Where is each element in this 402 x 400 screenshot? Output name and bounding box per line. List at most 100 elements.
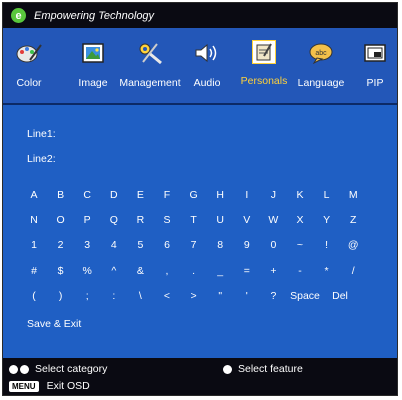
keyboard-key[interactable]: 6 [154,239,180,251]
keyboard-key[interactable]: @ [340,239,366,251]
keyboard-key[interactable]: < [154,290,180,302]
keyboard-key[interactable]: $ [48,265,74,277]
keyboard-key[interactable]: B [48,189,74,201]
help-text: Exit OSD [46,380,90,392]
help-select-feature: Select feature [223,363,303,375]
keyboard-key[interactable]: D [101,189,127,201]
right-arrow-icon [20,364,29,374]
keyboard-key[interactable]: P [74,214,100,226]
keyboard-key[interactable]: & [127,265,153,277]
save-exit-button[interactable]: Save & Exit [27,318,81,330]
keyboard-key[interactable]: Space [285,290,325,302]
brand-tagline: Empowering Technology [34,9,155,22]
keyboard-key[interactable]: ! [314,239,340,251]
keyboard-key[interactable]: ^ [101,265,127,277]
keyboard-key[interactable]: 1 [21,239,47,251]
keyboard-row: NOPQRSTUVWXYZ [21,214,361,230]
category-audio[interactable]: Audio [187,28,227,103]
keyboard-key[interactable]: = [234,265,260,277]
keyboard-key[interactable]: E [127,189,153,201]
keyboard-key[interactable]: 3 [74,239,100,251]
category-label: Language [297,77,345,89]
keyboard-key[interactable]: O [48,214,74,226]
keyboard-key[interactable]: 9 [234,239,260,251]
category-label: Management [119,77,181,89]
image-icon [80,40,106,66]
keyboard-key[interactable]: 0 [260,239,286,251]
tools-icon [137,40,163,66]
keyboard-key[interactable]: J [260,189,286,201]
keyboard-key[interactable]: " [207,290,233,302]
category-management[interactable]: Management [115,28,185,103]
keyboard-key[interactable]: # [21,265,47,277]
keyboard-key[interactable]: C [74,189,100,201]
category-label: Audio [193,77,221,89]
keyboard-key[interactable]: ( [21,290,47,302]
keyboard-key[interactable]: - [287,265,313,277]
keyboard-key[interactable]: 2 [48,239,74,251]
line2-field[interactable]: Line2: [27,153,56,165]
keyboard-key[interactable]: V [234,214,260,226]
note-pad-icon [252,40,276,64]
help-text: Select feature [238,363,303,375]
keyboard-key[interactable]: ? [260,290,286,302]
keyboard-key[interactable]: M [340,189,366,201]
help-exit-osd: MENU Exit OSD [9,380,90,392]
keyboard-key[interactable]: Q [101,214,127,226]
keyboard-key[interactable]: 5 [127,239,153,251]
keyboard-key[interactable]: K [287,189,313,201]
category-personals[interactable]: Personals [236,28,292,103]
category-pip[interactable]: PIP [357,28,393,103]
keyboard-key[interactable]: R [127,214,153,226]
keyboard-key[interactable]: Z [340,214,366,226]
keyboard-key[interactable]: \ [127,290,153,302]
keyboard-key[interactable]: H [207,189,233,201]
keyboard-key[interactable]: U [207,214,233,226]
title-bar: e Empowering Technology [3,3,397,28]
keyboard-key[interactable]: * [314,265,340,277]
keyboard-row: 1 2 3 4 5 6 7 8 9 0 ~! @ [21,239,361,255]
keyboard-key[interactable]: L [314,189,340,201]
help-footer: Select category Select feature MENU Exit… [3,358,397,395]
keyboard-key[interactable]: / [340,265,366,277]
keyboard-key[interactable]: 7 [181,239,207,251]
keyboard-key[interactable]: _ [207,265,233,277]
keyboard-key[interactable]: A [21,189,47,201]
keyboard-key[interactable]: T [181,214,207,226]
keyboard-key[interactable]: ~ [287,239,313,251]
keyboard-key[interactable]: > [181,290,207,302]
keyboard-key[interactable]: ) [48,290,74,302]
menu-key-icon: MENU [9,380,39,392]
abc-bubble-icon: abc [308,40,334,66]
keyboard-row: # $% ^ &,. _ = + - * / [21,265,361,281]
keyboard-key[interactable]: ; [74,290,100,302]
osd-panel: e Empowering Technology Color Image Mana… [2,2,398,396]
keyboard-key[interactable]: S [154,214,180,226]
help-select-category: Select category [9,363,107,375]
keyboard-key[interactable]: % [74,265,100,277]
keyboard-key[interactable]: 4 [101,239,127,251]
line1-field[interactable]: Line1: [27,128,56,140]
keyboard-key[interactable]: + [260,265,286,277]
keyboard-key[interactable]: I [234,189,260,201]
brand-logo-icon: e [11,8,26,23]
keyboard-key[interactable]: Y [314,214,340,226]
keyboard-key[interactable]: G [181,189,207,201]
category-label: Image [78,77,108,89]
keyboard-key[interactable]: 8 [207,239,233,251]
category-image[interactable]: Image [73,28,113,103]
keyboard-key[interactable]: , [154,265,180,277]
keyboard-key[interactable]: N [21,214,47,226]
category-label: Color [16,77,42,89]
keyboard-key[interactable]: X [287,214,313,226]
category-language[interactable]: abc Language [295,28,347,103]
keyboard-key[interactable]: Del [327,290,353,302]
keyboard-key[interactable]: : [101,290,127,302]
keyboard-key[interactable]: W [260,214,286,226]
category-color[interactable]: Color [9,28,49,103]
down-arrow-icon [223,364,232,374]
keyboard-key[interactable]: F [154,189,180,201]
keyboard-key[interactable]: . [181,265,207,277]
keyboard-key[interactable]: ' [234,290,260,302]
palette-icon [16,40,42,66]
